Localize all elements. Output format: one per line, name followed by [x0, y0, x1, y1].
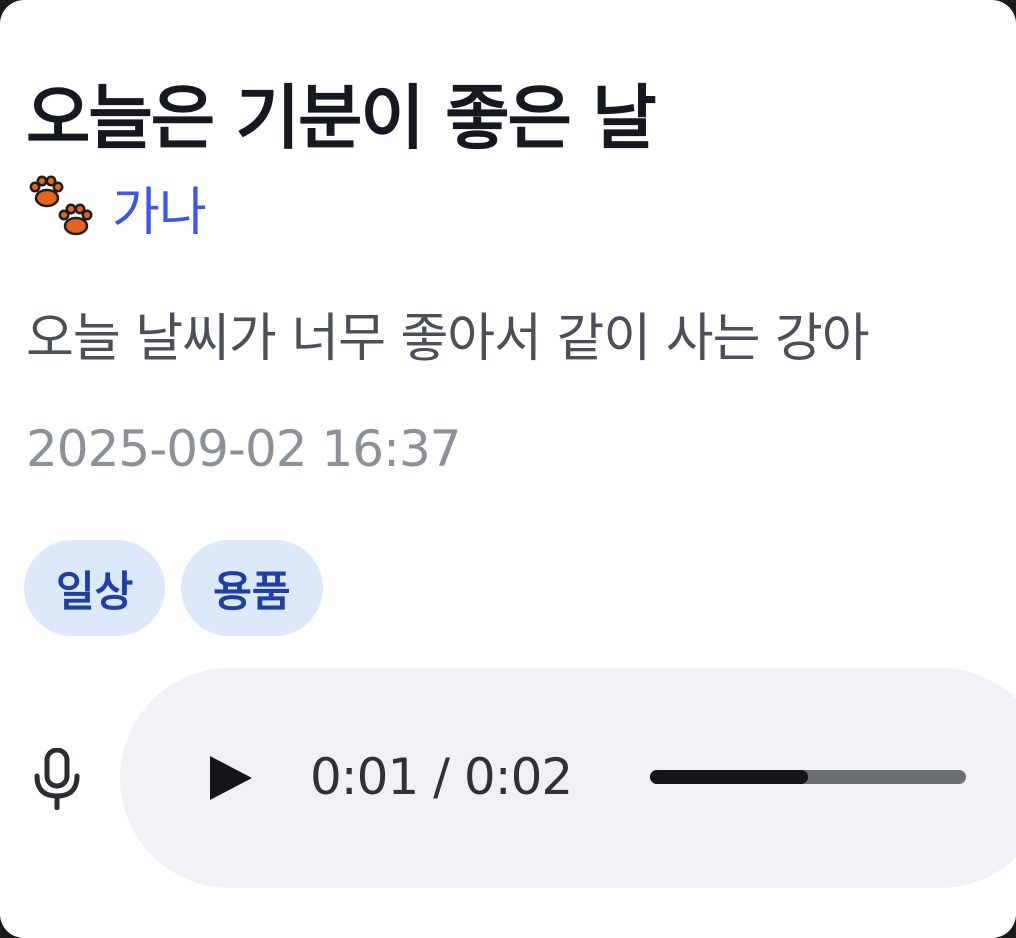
author-name[interactable]: 가나	[112, 170, 207, 245]
audio-progress-bar[interactable]	[650, 770, 966, 784]
play-icon[interactable]	[204, 752, 256, 804]
post-excerpt: 오늘 날씨가 너무 좋아서 같이 사는 강아	[26, 309, 870, 369]
tag-list: 일상 용품	[24, 540, 323, 636]
post-title: 오늘은 기분이 좋은 날	[26, 77, 657, 159]
microphone-icon	[34, 748, 80, 810]
post-card: 오늘은 기분이 좋은 날 가나 오늘 날씨가 너무 좋아서 같이 사는 강아 2…	[0, 0, 1016, 938]
post-timestamp: 2025-09-02 16:37	[26, 420, 462, 478]
audio-player: 0:01 / 0:02	[120, 668, 1016, 888]
tag-chip[interactable]: 용품	[181, 540, 323, 636]
paw-prints-icon	[29, 175, 93, 236]
audio-progress-fill	[650, 770, 808, 784]
tag-chip[interactable]: 일상	[24, 540, 166, 636]
audio-time-display: 0:01 / 0:02	[310, 748, 573, 806]
author-row: 가나	[26, 170, 207, 245]
